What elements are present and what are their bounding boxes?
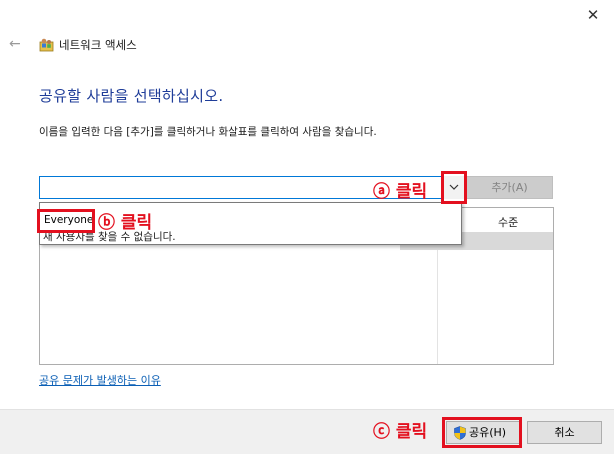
network-users-icon [39, 37, 54, 52]
window-title: 네트워크 액세스 [59, 38, 137, 52]
page-heading: 공유할 사람을 선택하십시오. [39, 87, 224, 105]
close-icon[interactable]: ✕ [585, 7, 601, 23]
highlight-box-b [37, 209, 95, 233]
back-arrow-icon[interactable]: ← [9, 37, 23, 51]
instruction-text: 이름을 입력한 다음 [추가]를 클릭하거나 화살표를 클릭하여 사람을 찾습니… [39, 126, 377, 138]
highlight-box-a [441, 171, 467, 204]
annotation-a: ⓐ 클릭 [373, 182, 428, 202]
cancel-button[interactable]: 취소 [527, 421, 602, 444]
annotation-b: ⓑ 클릭 [98, 213, 153, 233]
highlight-box-c [442, 417, 522, 448]
help-link[interactable]: 공유 문제가 발생하는 이유 [39, 372, 161, 388]
add-button[interactable]: 추가(A) [466, 176, 553, 199]
annotation-c: ⓒ 클릭 [373, 422, 428, 442]
column-header-level: 수준 [498, 216, 519, 229]
